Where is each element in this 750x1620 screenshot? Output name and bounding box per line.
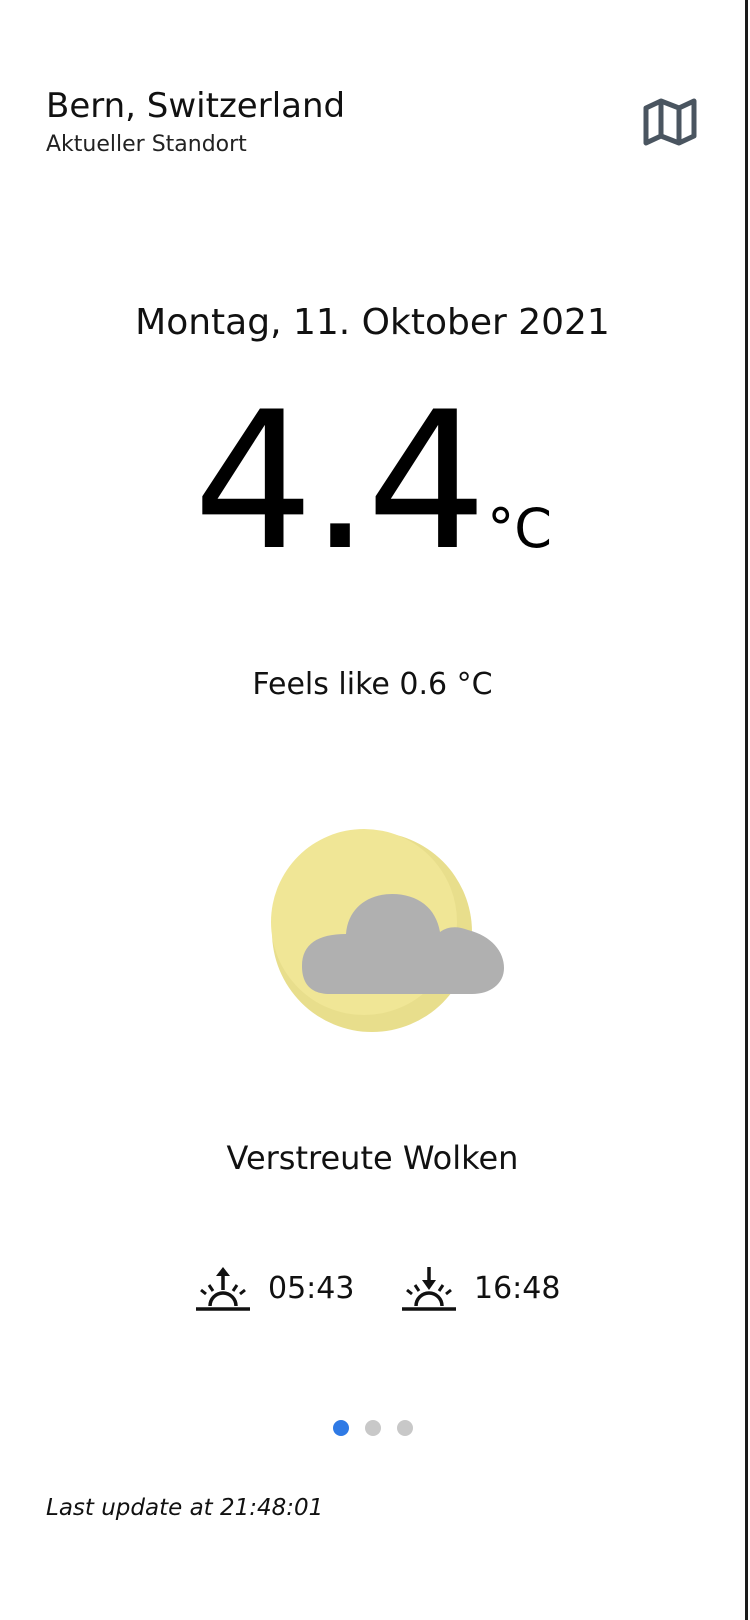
sun-times: 05:43 16:48 (0, 1264, 745, 1314)
sunset: 16:48 (400, 1264, 560, 1314)
temperature-value: 4.4 (193, 371, 487, 592)
sunrise-icon (196, 1267, 250, 1311)
location-header: Bern, Switzerland Aktueller Standort (46, 84, 345, 160)
page-dot-3[interactable] (396, 1420, 413, 1436)
sunset-icon (402, 1267, 456, 1311)
page-dot-2[interactable] (364, 1420, 381, 1436)
sunset-time: 16:48 (474, 1271, 561, 1306)
map-icon (643, 98, 697, 146)
last-update: Last update at 21:48:01 (46, 1495, 324, 1521)
temperature-unit: °C (487, 497, 552, 560)
temperature-display: 4.4°C (0, 387, 745, 577)
page-indicator (0, 1420, 745, 1436)
map-button[interactable] (640, 96, 700, 148)
partly-cloudy-night-icon (268, 828, 518, 1038)
location-subtitle: Aktueller Standort (46, 132, 247, 157)
page-dot-1[interactable] (332, 1420, 349, 1436)
sunrise-time: 05:43 (268, 1271, 355, 1306)
location-title: Bern, Switzerland (46, 86, 346, 126)
current-date: Montag, 11. Oktober 2021 (135, 302, 610, 343)
weather-condition: Verstreute Wolken (226, 1139, 519, 1177)
screen-edge (745, 0, 748, 1620)
feels-like: Feels like 0.6 °C (252, 667, 493, 702)
sunrise: 05:43 (194, 1264, 354, 1314)
